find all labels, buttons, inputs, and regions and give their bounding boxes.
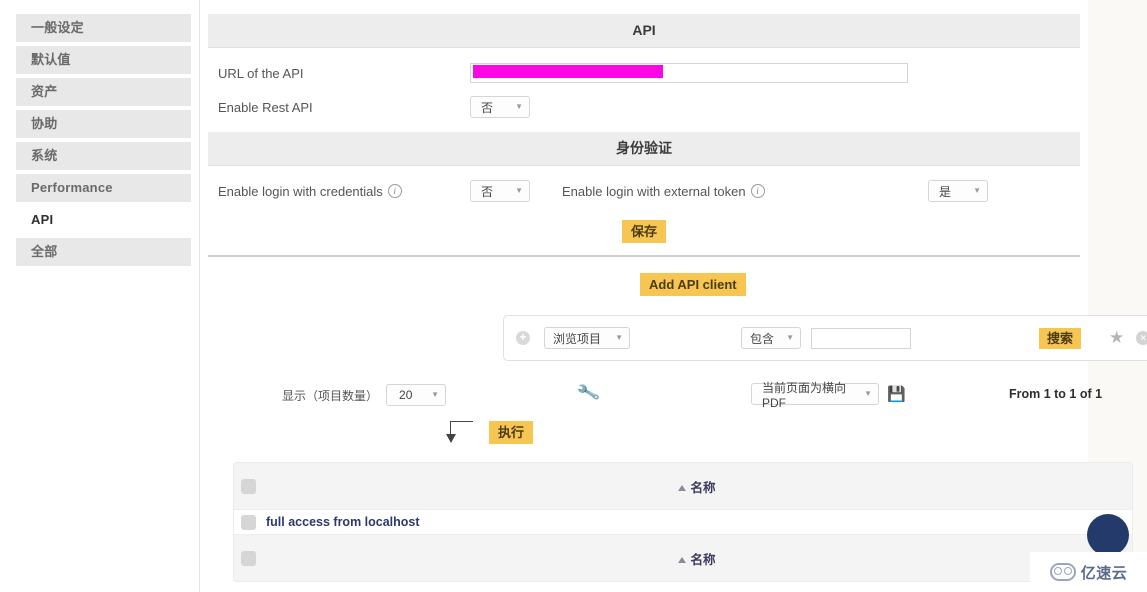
sidebar: 一般设定 默认值 资产 协助 系统 Performance API 全部 — [0, 0, 200, 592]
row-select-cell — [234, 514, 262, 530]
select-all-footer-cell — [234, 550, 262, 566]
auth-section-title: 身份验证 — [208, 132, 1080, 166]
add-criteria-icon[interactable]: + — [516, 331, 530, 345]
execute-button[interactable]: 执行 — [489, 420, 534, 444]
search-operator-value: 包含 — [750, 331, 775, 346]
select-all-cell — [234, 478, 262, 494]
chevron-down-icon: ▼ — [515, 186, 523, 195]
column-header-name[interactable]: 名称 — [262, 477, 1132, 496]
add-api-client-wrapper: Add API client — [640, 273, 746, 296]
token-label-text: Enable login with external token — [562, 183, 746, 199]
sort-ascending-icon — [678, 484, 687, 491]
close-icon[interactable]: ✕ — [1136, 331, 1147, 345]
table-footer-row: 名称 — [234, 535, 1132, 581]
api-url-input[interactable] — [470, 63, 908, 83]
export-group: 当前页面为横向PDF ▼ 💾 — [751, 381, 906, 410]
column-header-name-label: 名称 — [690, 480, 716, 495]
select-all-checkbox-footer[interactable] — [240, 550, 256, 566]
credentials-label: Enable login with credentials i — [218, 184, 470, 199]
chevron-down-icon: ▼ — [973, 186, 981, 195]
add-api-client-button[interactable]: Add API client — [640, 273, 746, 296]
enable-rest-row: Enable Rest API 否 ▼ — [208, 90, 1080, 124]
sidebar-item-all[interactable]: 全部 — [16, 238, 191, 266]
list-options-row: 显示（项目数量） 20 ▼ 🔧 当前页面为横向PDF ▼ 💾 From 1 to… — [200, 381, 1102, 410]
page-size-value: 20 — [399, 388, 413, 402]
enable-rest-select[interactable]: 否 ▼ — [470, 96, 530, 118]
token-label: Enable login with external token i — [562, 184, 772, 199]
search-operator-select[interactable]: 包含 ▼ — [741, 327, 801, 349]
page-size-group: 显示（项目数量） 20 ▼ — [282, 384, 447, 406]
api-section-title: API — [208, 14, 1080, 48]
api-url-label: URL of the API — [218, 65, 304, 81]
info-icon[interactable]: i — [387, 184, 402, 198]
row-name-link[interactable]: full access from localhost — [262, 515, 1132, 529]
auth-options-row: Enable login with credentials i 否 ▼ Enab… — [208, 174, 1080, 208]
chevron-down-icon: ▼ — [515, 102, 523, 111]
page-size-select[interactable]: 20 ▼ — [386, 384, 447, 406]
enable-rest-label: Enable Rest API — [218, 99, 313, 115]
search-button[interactable]: 搜索 — [1039, 327, 1082, 349]
sidebar-item-system[interactable]: 系统 — [16, 142, 191, 170]
redaction-bar — [473, 65, 663, 78]
cloud-logo-icon — [1049, 563, 1076, 581]
chevron-down-icon: ▼ — [431, 390, 440, 399]
sidebar-item-general[interactable]: 一般设定 — [16, 14, 191, 42]
arrow-down-left-icon — [443, 420, 473, 444]
watermark-text: 亿速云 — [1080, 564, 1128, 582]
export-format-value: 当前页面为横向PDF — [762, 380, 847, 410]
star-icon[interactable]: ★ — [1109, 328, 1124, 348]
result-range: From 1 to 1 of 1 — [1009, 387, 1102, 401]
save-button[interactable]: 保存 — [621, 220, 666, 243]
chevron-down-icon: ▼ — [615, 333, 623, 342]
settings-group: 🔧 — [576, 381, 602, 406]
table-row: full access from localhost — [234, 509, 1132, 535]
sidebar-item-assets[interactable]: 资产 — [16, 78, 191, 106]
settings-page: 一般设定 默认值 资产 协助 系统 Performance API 全部 API… — [0, 0, 1147, 592]
wrench-icon[interactable]: 🔧 — [576, 381, 602, 406]
credentials-select[interactable]: 否 ▼ — [470, 180, 530, 202]
chat-widget-button[interactable] — [1087, 514, 1129, 556]
sidebar-item-performance[interactable]: Performance — [16, 174, 191, 202]
sidebar-item-defaults[interactable]: 默认值 — [16, 46, 191, 74]
table-header-row: 名称 — [234, 463, 1132, 509]
chevron-down-icon: ▼ — [864, 389, 872, 398]
search-bar: + 浏览项目 ▼ 包含 ▼ 搜索 ★ ✕ — [503, 315, 1147, 361]
column-footer-name[interactable]: 名称 — [262, 549, 1132, 568]
sort-ascending-icon — [678, 556, 687, 563]
search-scope-value: 浏览项目 — [553, 331, 602, 346]
watermark: 亿速云 — [1030, 552, 1147, 592]
select-all-checkbox[interactable] — [240, 478, 256, 494]
credentials-value: 否 — [481, 184, 494, 199]
info-icon[interactable]: i — [750, 184, 765, 198]
search-scope-select[interactable]: 浏览项目 ▼ — [544, 327, 630, 349]
column-footer-name-label: 名称 — [690, 552, 716, 567]
enable-rest-value: 否 — [481, 100, 494, 115]
section-divider — [208, 255, 1080, 257]
page-size-label: 显示（项目数量） — [282, 388, 379, 403]
token-value: 是 — [939, 184, 952, 199]
row-checkbox[interactable] — [240, 514, 256, 530]
api-settings-panel: API URL of the API Enable Rest API 否 ▼ 身… — [208, 14, 1080, 243]
execute-row: 执行 — [443, 420, 534, 444]
api-url-row: URL of the API — [208, 56, 1080, 90]
sidebar-item-assistance[interactable]: 协助 — [16, 110, 191, 138]
token-select[interactable]: 是 ▼ — [928, 180, 988, 202]
sidebar-item-api[interactable]: API — [16, 206, 191, 234]
floppy-disk-icon[interactable]: 💾 — [887, 385, 906, 403]
result-range-text: From 1 to 1 of 1 — [1009, 387, 1103, 401]
credentials-label-text: Enable login with credentials — [218, 183, 383, 199]
export-format-select[interactable]: 当前页面为横向PDF ▼ — [751, 381, 879, 410]
api-clients-table: 名称 full access from localhost 名称 — [233, 462, 1133, 582]
chevron-down-icon: ▼ — [786, 333, 794, 342]
search-input[interactable] — [811, 327, 911, 349]
